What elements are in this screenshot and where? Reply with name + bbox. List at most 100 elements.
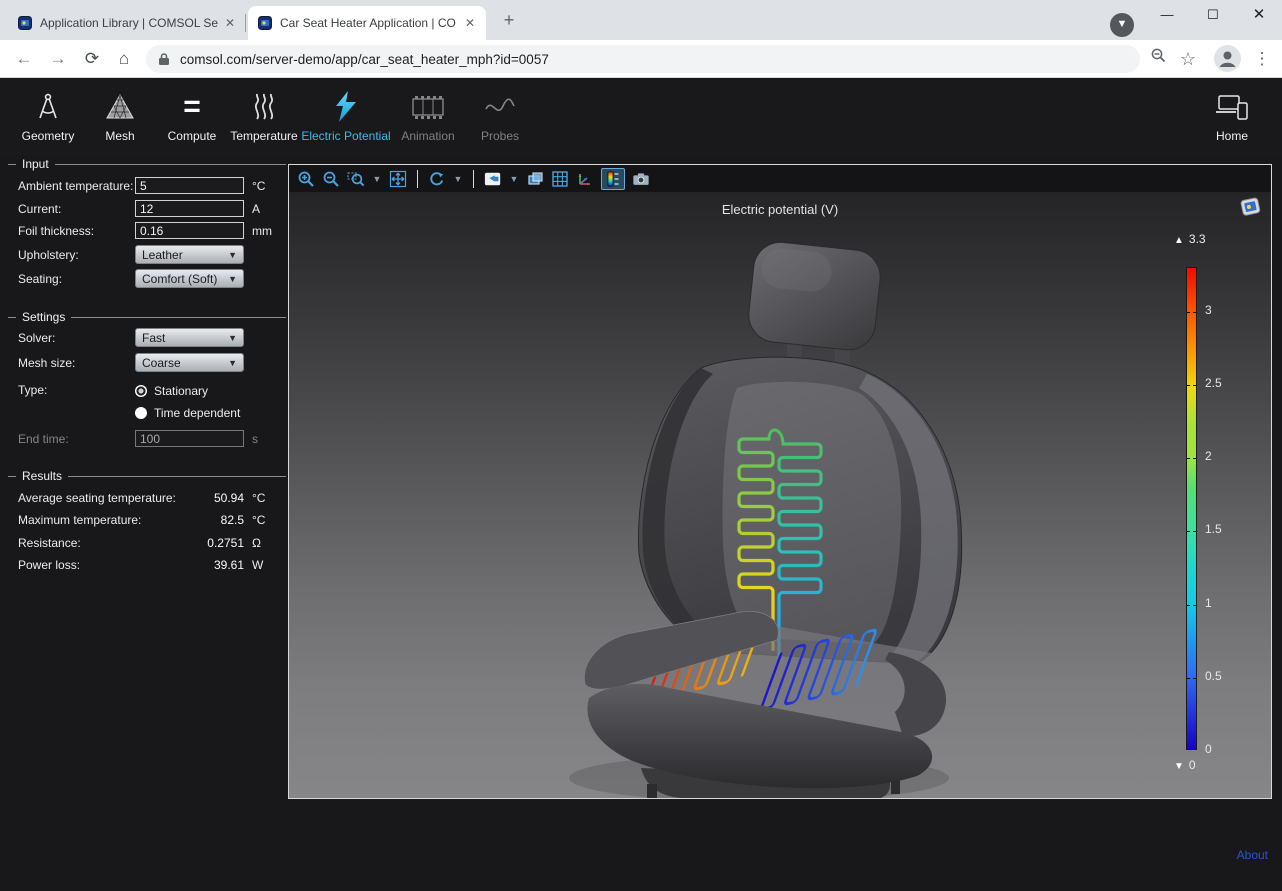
mesh-size-select[interactable]: Coarse ▼ — [135, 353, 244, 372]
legend-colorbar — [1186, 267, 1197, 750]
reload-icon[interactable]: ⟳ — [80, 47, 104, 71]
graphics-panel: ▼ ▼ ▼ Electric potential (V) — [288, 164, 1272, 799]
person-icon — [1214, 45, 1241, 72]
end-time-input — [135, 430, 244, 447]
bookmark-star-icon[interactable]: ☆ — [1176, 47, 1200, 71]
settings-section-header: Settings — [8, 310, 286, 324]
tab-application-library[interactable]: Application Library | COMSOL Se ✕ — [8, 6, 246, 40]
ribbon-geometry-button[interactable]: Geometry — [12, 87, 84, 143]
car-seat-3d-view — [289, 192, 1271, 798]
radio-stationary[interactable]: Stationary — [135, 382, 208, 400]
triangle-down-icon: ▼ — [1174, 761, 1184, 772]
graphics-toolbar: ▼ ▼ ▼ — [289, 165, 1271, 192]
lightning-bolt-icon — [300, 87, 392, 127]
compute-equals-icon: = — [156, 87, 228, 127]
legend-tick: 3 — [1205, 303, 1212, 317]
browser-update-icon[interactable]: ▼ — [1110, 13, 1134, 37]
upholstery-select[interactable]: Leather ▼ — [135, 245, 244, 264]
comsol-favicon — [18, 16, 32, 30]
forward-icon[interactable]: → — [46, 47, 70, 71]
tab-title: Car Seat Heater Application | CO — [280, 16, 462, 30]
app-ribbon: Geometry Mesh = Compute Temperature Elec… — [0, 79, 1282, 155]
results-section-header: Results — [8, 469, 286, 483]
color-legend-toggle-active[interactable] — [601, 168, 625, 190]
page-zoom-icon[interactable] — [1146, 47, 1170, 71]
scene-light-dropdown-icon[interactable]: ▼ — [509, 174, 519, 184]
ribbon-compute-button[interactable]: = Compute — [156, 87, 228, 143]
legend-tick: 0 — [1205, 742, 1212, 756]
legend-tick: 0.5 — [1205, 669, 1222, 683]
ribbon-temperature-button[interactable]: Temperature — [228, 87, 300, 143]
ribbon-animation-button[interactable]: Animation — [392, 87, 464, 143]
chevron-down-icon: ▼ — [228, 333, 237, 343]
profile-avatar[interactable] — [1214, 45, 1241, 72]
result-value: 82.5 — [135, 513, 244, 527]
url-field[interactable]: comsol.com/server-demo/app/car_seat_heat… — [146, 45, 1140, 73]
back-icon[interactable]: ← — [12, 47, 36, 71]
result-value: 39.61 — [135, 558, 244, 572]
sine-wave-icon — [464, 87, 536, 127]
radio-selected-icon — [135, 385, 147, 397]
ribbon-probes-button[interactable]: Probes — [464, 87, 536, 143]
axis-orientation-icon[interactable] — [576, 170, 594, 188]
legend-max-marker: ▲3.3 — [1174, 232, 1206, 246]
comsol-favicon — [258, 16, 272, 30]
ambient-temperature-input[interactable] — [135, 177, 244, 194]
chevron-down-icon: ▼ — [228, 250, 237, 260]
browser-tab-strip: Application Library | COMSOL Se ✕ Car Se… — [0, 0, 1282, 40]
triangle-up-icon: ▲ — [1174, 235, 1184, 246]
film-strip-icon — [392, 87, 464, 127]
tab-close-icon[interactable]: ✕ — [462, 15, 478, 31]
heat-waves-icon — [228, 87, 300, 127]
grid-icon[interactable] — [551, 170, 569, 188]
reset-view-dropdown-icon[interactable]: ▼ — [453, 174, 463, 184]
zoom-extents-icon[interactable] — [389, 170, 407, 188]
foil-thickness-input[interactable] — [135, 222, 244, 239]
seat-leg — [647, 784, 657, 798]
browser-menu-icon[interactable]: ⋮ — [1250, 47, 1274, 71]
plot-canvas[interactable]: Electric potential (V) — [289, 192, 1271, 798]
window-maximize-button[interactable]: ☐ — [1196, 0, 1230, 32]
lock-icon — [158, 52, 170, 66]
solver-select[interactable]: Fast ▼ — [135, 328, 244, 347]
chevron-down-icon: ▼ — [228, 274, 237, 284]
zoom-box-icon[interactable] — [347, 170, 365, 188]
ribbon-mesh-button[interactable]: Mesh — [84, 87, 156, 143]
geometry-compass-icon — [12, 87, 84, 127]
tab-close-icon[interactable]: ✕ — [222, 15, 238, 31]
legend-tick: 2.5 — [1205, 376, 1222, 390]
window-close-button[interactable]: ✕ — [1242, 0, 1276, 32]
about-link[interactable]: About — [1237, 848, 1268, 862]
home-icon[interactable]: ⌂ — [112, 47, 136, 71]
browser-address-bar: ← → ⟳ ⌂ comsol.com/server-demo/app/car_s… — [0, 40, 1282, 78]
legend-tick: 1 — [1205, 596, 1212, 610]
url-text: comsol.com/server-demo/app/car_seat_heat… — [180, 52, 549, 67]
window-minimize-button[interactable]: — — [1150, 0, 1184, 32]
radio-time-dependent[interactable]: Time dependent — [135, 404, 240, 422]
reset-view-icon[interactable] — [428, 170, 446, 188]
ribbon-home-button[interactable]: Home — [1196, 87, 1268, 143]
legend-tick: 2 — [1205, 449, 1212, 463]
mesh-triangle-icon — [84, 87, 156, 127]
current-input[interactable] — [135, 200, 244, 217]
devices-home-icon — [1196, 87, 1268, 127]
input-section-header: Input — [8, 157, 286, 171]
legend-tick: 1.5 — [1205, 522, 1222, 536]
chevron-down-icon: ▼ — [228, 358, 237, 368]
seating-select[interactable]: Comfort (Soft) ▼ — [135, 269, 244, 288]
radio-unselected-icon — [135, 407, 147, 419]
tab-title: Application Library | COMSOL Se — [40, 16, 222, 30]
zoom-in-icon[interactable] — [297, 170, 315, 188]
zoom-box-dropdown-icon[interactable]: ▼ — [372, 174, 382, 184]
snapshot-camera-icon[interactable] — [632, 170, 650, 188]
zoom-out-icon[interactable] — [322, 170, 340, 188]
transparency-icon[interactable] — [526, 170, 544, 188]
ribbon-electric-potential-button[interactable]: Electric Potential — [300, 87, 392, 143]
result-value: 50.94 — [135, 491, 244, 505]
result-value: 0.2751 — [135, 536, 244, 550]
new-tab-button[interactable]: + — [498, 10, 520, 32]
scene-light-icon[interactable] — [484, 170, 502, 188]
legend-min-marker: ▼0 — [1174, 758, 1196, 772]
headrest — [746, 240, 883, 353]
tab-car-seat-heater[interactable]: Car Seat Heater Application | CO ✕ — [248, 6, 486, 40]
